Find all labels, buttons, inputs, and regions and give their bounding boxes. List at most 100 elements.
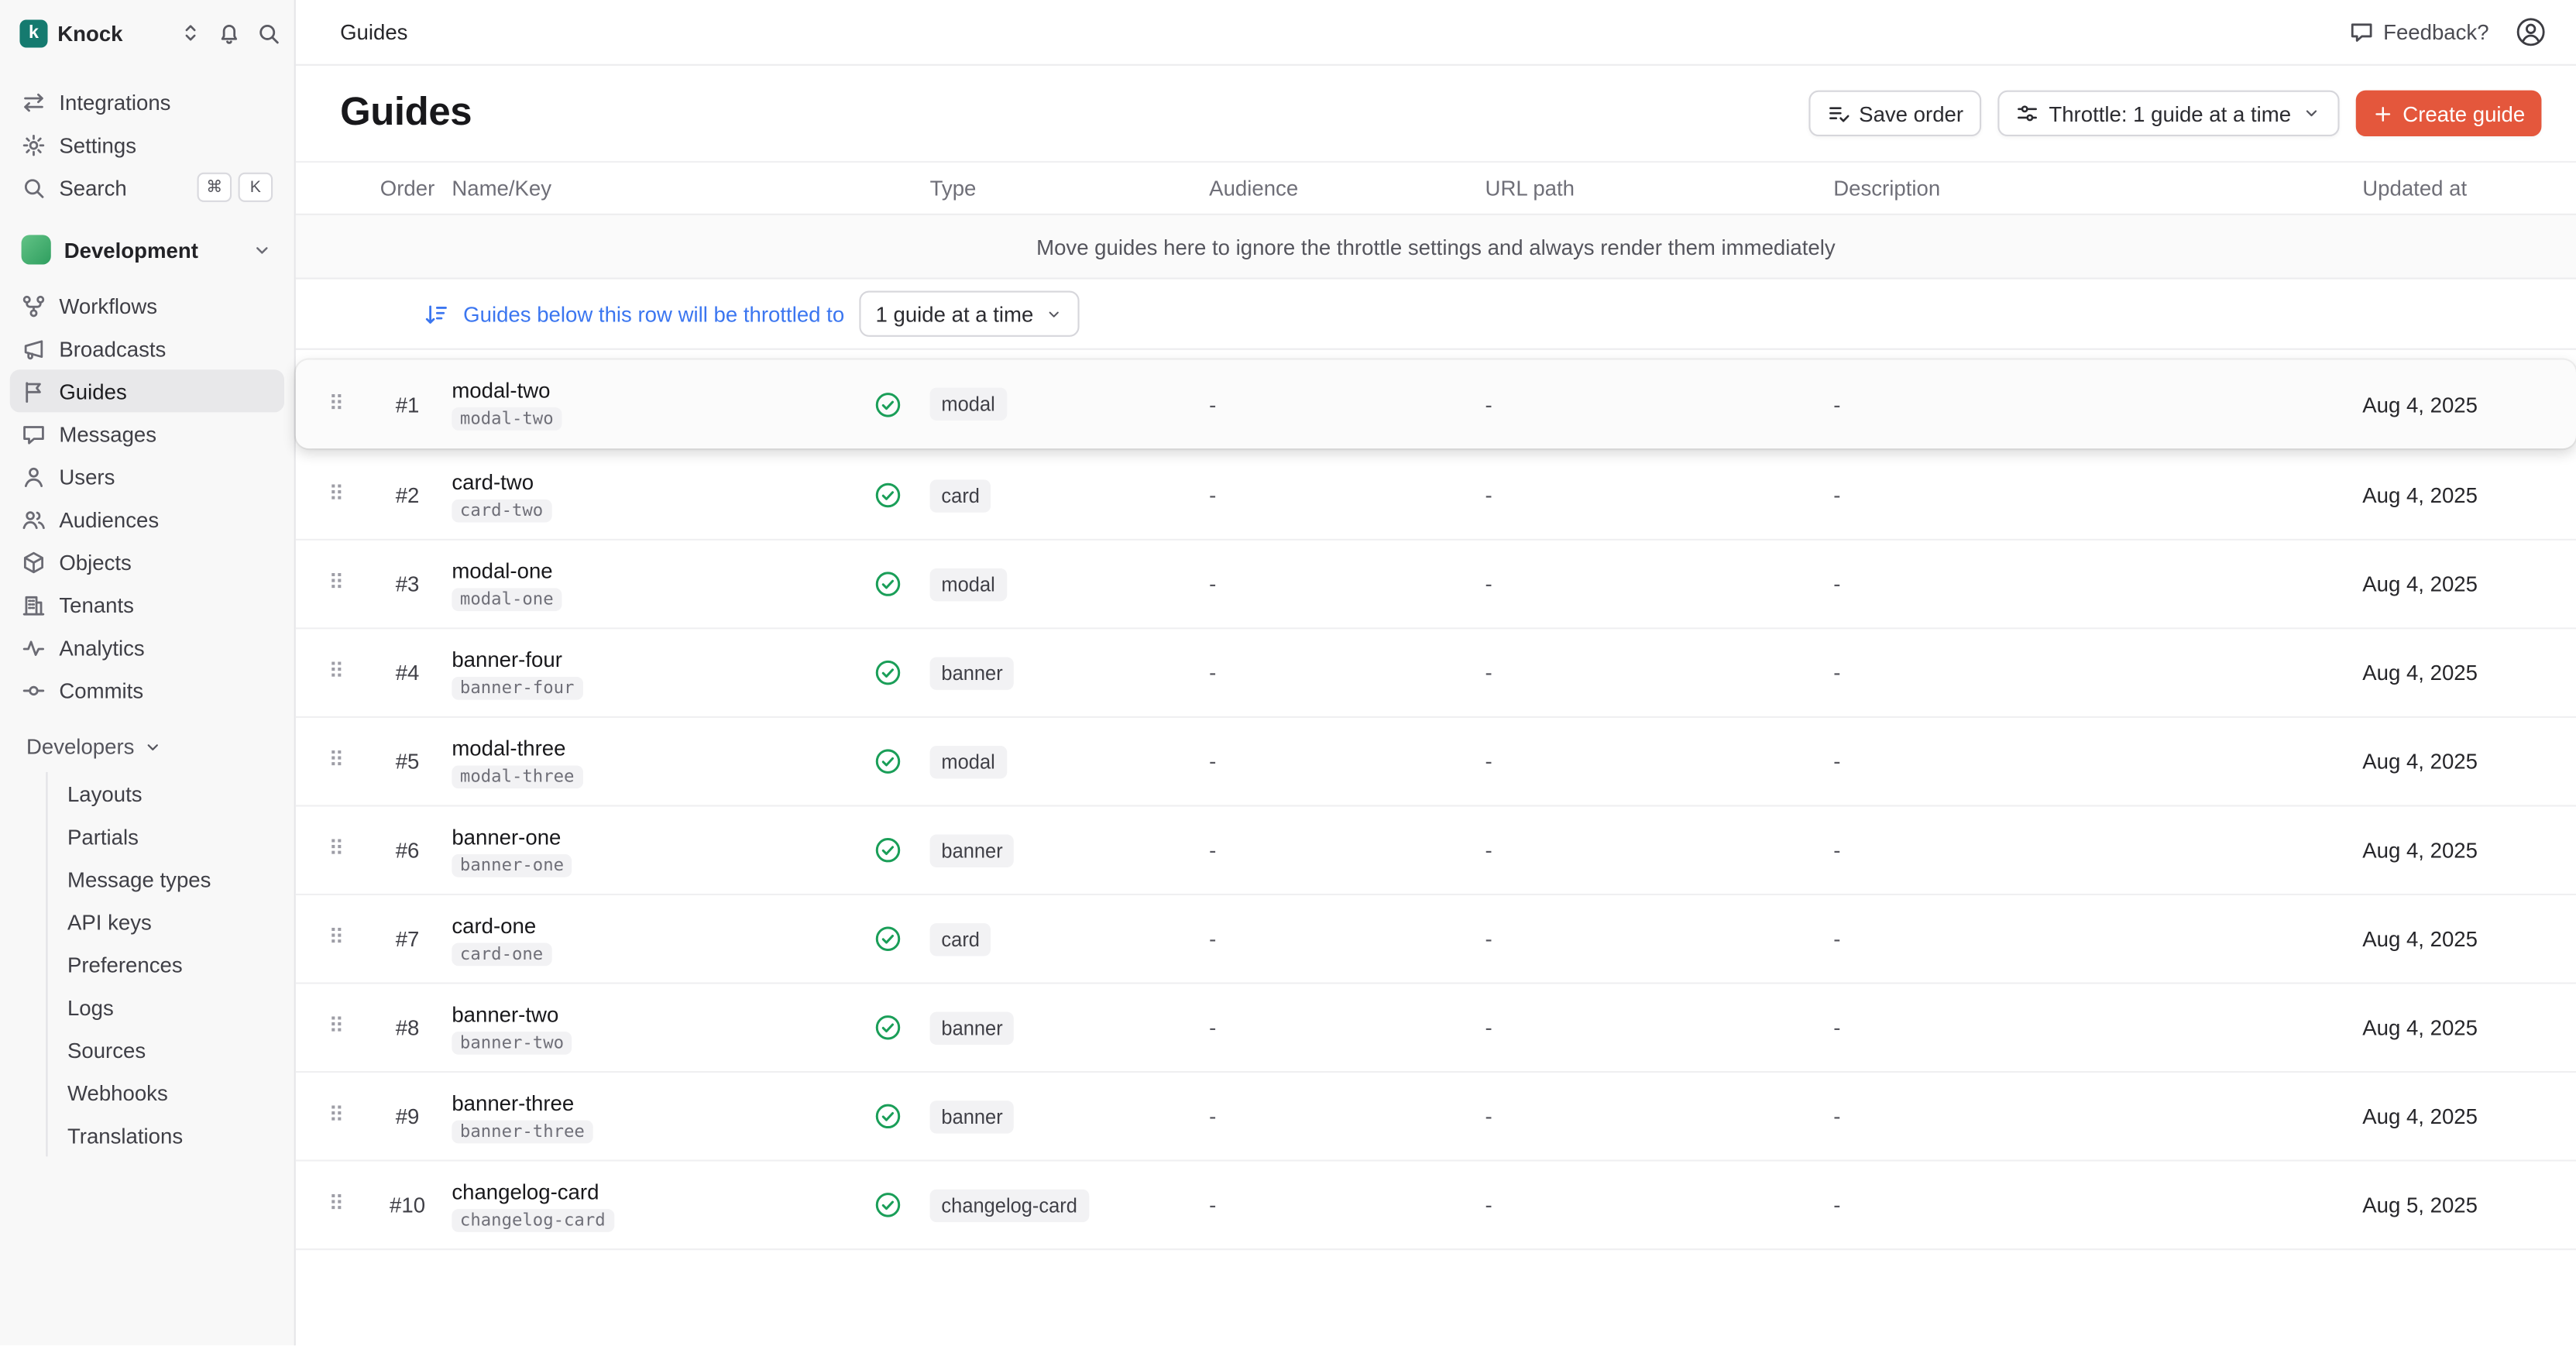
sidebar-item-messages[interactable]: Messages — [10, 412, 284, 455]
row-type: modal — [930, 388, 1210, 421]
user-avatar[interactable] — [2516, 16, 2547, 47]
sidebar-item-label: Commits — [59, 678, 143, 702]
sidebar-item-translations[interactable]: Translations — [48, 1114, 294, 1156]
table-row[interactable]: ⠿ #5 modal-three modal-three modal - - -… — [296, 718, 2576, 807]
environment-switcher[interactable]: Development — [10, 228, 284, 271]
sidebar-item-webhooks[interactable]: Webhooks — [48, 1071, 294, 1114]
global-search-icon[interactable] — [256, 21, 281, 46]
sidebar-item-broadcasts[interactable]: Broadcasts — [10, 327, 284, 369]
sidebar-item-label: Users — [59, 464, 115, 489]
sidebar-item-api-keys[interactable]: API keys — [48, 900, 294, 943]
sidebar-item-logs[interactable]: Logs — [48, 986, 294, 1028]
drag-handle-icon[interactable]: ⠿ — [328, 1194, 371, 1216]
sidebar-item-objects[interactable]: Objects — [10, 541, 284, 583]
sidebar-item-analytics[interactable]: Analytics — [10, 626, 284, 668]
throttle-value-select[interactable]: 1 guide at a time — [859, 290, 1080, 336]
row-type: banner — [930, 1100, 1210, 1132]
row-description: - — [1833, 749, 2362, 774]
create-guide-button[interactable]: Create guide — [2355, 91, 2542, 136]
sidebar-item-settings[interactable]: Settings — [10, 123, 284, 166]
row-name-key: banner-one banner-one — [444, 824, 874, 877]
drag-handle-icon[interactable]: ⠿ — [328, 1106, 371, 1128]
sidebar-item-guides[interactable]: Guides — [10, 369, 284, 412]
drag-handle-icon[interactable]: ⠿ — [328, 750, 371, 772]
table-row[interactable]: ⠿ #1 modal-two modal-two modal - - - Aug… — [296, 360, 2576, 449]
notifications-bell-icon[interactable] — [217, 21, 242, 46]
sidebar-item-label: Workflows — [59, 294, 157, 318]
table-row[interactable]: ⠿ #7 card-one card-one card - - - Aug 4,… — [296, 895, 2576, 984]
guide-name[interactable]: modal-one — [452, 558, 552, 582]
drag-handle-icon[interactable]: ⠿ — [328, 393, 371, 415]
row-url-path: - — [1485, 926, 1834, 951]
guide-key: changelog-card — [452, 1208, 613, 1231]
guide-name[interactable]: modal-three — [452, 735, 565, 760]
development-env-icon — [22, 235, 51, 264]
guide-name[interactable]: card-one — [452, 912, 536, 937]
throttle-divider-row: Guides below this row will be throttled … — [296, 280, 2576, 350]
throttle-divider-link[interactable]: Guides below this row will be throttled … — [463, 301, 844, 326]
sidebar-item-search[interactable]: Search ⌘ K — [10, 166, 284, 208]
drag-handle-icon[interactable]: ⠿ — [328, 840, 371, 861]
row-status — [874, 747, 929, 775]
drag-handle-icon[interactable]: ⠿ — [328, 485, 371, 506]
guide-key: modal-three — [452, 764, 582, 788]
breadcrumb[interactable]: Guides — [340, 19, 407, 44]
sidebar-item-sources[interactable]: Sources — [48, 1028, 294, 1071]
table-row[interactable]: ⠿ #2 card-two card-two card - - - Aug 4,… — [296, 452, 2576, 541]
row-url-path: - — [1485, 1104, 1834, 1128]
guide-name[interactable]: modal-two — [452, 378, 550, 403]
row-audience: - — [1209, 926, 1485, 951]
sidebar-item-layouts[interactable]: Layouts — [48, 772, 294, 815]
sidebar-item-message-types[interactable]: Message types — [48, 857, 294, 900]
sidebar-item-tenants[interactable]: Tenants — [10, 583, 284, 626]
guide-name[interactable]: banner-two — [452, 1001, 558, 1026]
table-row[interactable]: ⠿ #3 modal-one modal-one modal - - - Aug… — [296, 541, 2576, 630]
guide-name[interactable]: banner-three — [452, 1090, 574, 1114]
sidebar-section-developers[interactable]: Developers — [10, 734, 284, 759]
sidebar-item-preferences[interactable]: Preferences — [48, 943, 294, 986]
table-row[interactable]: ⠿ #6 banner-one banner-one banner - - - … — [296, 806, 2576, 895]
table-row[interactable]: ⠿ #8 banner-two banner-two banner - - - … — [296, 984, 2576, 1073]
chevron-down-icon — [2301, 104, 2320, 123]
sidebar-item-integrations[interactable]: Integrations — [10, 81, 284, 123]
sidebar-item-workflows[interactable]: Workflows — [10, 284, 284, 327]
row-description: - — [1833, 1193, 2362, 1217]
guide-key: card-two — [452, 499, 551, 522]
type-badge: modal — [930, 388, 1007, 421]
drag-handle-icon[interactable]: ⠿ — [328, 928, 371, 949]
sidebar-item-commits[interactable]: Commits — [10, 668, 284, 711]
drag-handle-icon[interactable]: ⠿ — [328, 662, 371, 684]
ignore-throttle-dropzone[interactable]: Move guides here to ignore the throttle … — [296, 215, 2576, 280]
guide-name[interactable]: banner-four — [452, 647, 562, 671]
sidebar-item-users[interactable]: Users — [10, 455, 284, 498]
row-updated-at: Aug 4, 2025 — [2362, 572, 2576, 596]
table-row[interactable]: ⠿ #9 banner-three banner-three banner - … — [296, 1073, 2576, 1162]
topbar: Guides Feedback? — [296, 0, 2576, 66]
guide-key: card-one — [452, 942, 551, 965]
developers-label: Developers — [26, 734, 135, 759]
col-name-key: Name/Key — [444, 176, 874, 201]
guide-name[interactable]: banner-one — [452, 824, 561, 849]
throttle-dropdown-button[interactable]: Throttle: 1 guide at a time — [1998, 91, 2339, 136]
row-audience: - — [1209, 392, 1485, 417]
sidebar-item-partials[interactable]: Partials — [48, 815, 294, 857]
sidebar-item-label: Search — [59, 175, 126, 200]
guide-key: modal-one — [452, 587, 562, 610]
sort-descending-icon — [424, 301, 448, 326]
save-order-button[interactable]: Save order — [1808, 91, 1981, 136]
workspace-name[interactable]: Knock — [57, 21, 122, 46]
guide-name[interactable]: card-two — [452, 469, 534, 494]
workspace-switcher-icon[interactable] — [179, 22, 202, 45]
drag-handle-icon[interactable]: ⠿ — [328, 1017, 371, 1039]
drag-handle-icon[interactable]: ⠿ — [328, 573, 371, 595]
guide-name[interactable]: changelog-card — [452, 1179, 599, 1204]
row-audience: - — [1209, 483, 1485, 508]
sidebar-item-audiences[interactable]: Audiences — [10, 498, 284, 541]
create-guide-label: Create guide — [2403, 101, 2525, 125]
row-description: - — [1833, 572, 2362, 596]
feedback-button[interactable]: Feedback? — [2349, 19, 2489, 44]
save-order-icon — [1826, 102, 1850, 125]
table-row[interactable]: ⠿ #4 banner-four banner-four banner - - … — [296, 629, 2576, 718]
save-order-label: Save order — [1859, 101, 1963, 125]
table-row[interactable]: ⠿ #10 changelog-card changelog-card chan… — [296, 1162, 2576, 1251]
